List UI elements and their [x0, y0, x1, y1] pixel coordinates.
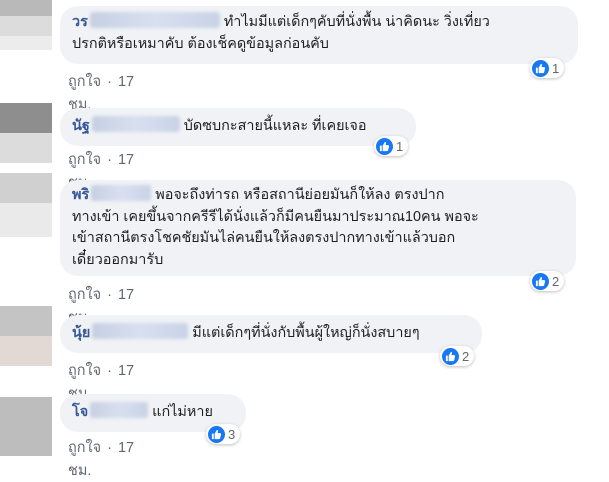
like-button[interactable]: ถูกใจ — [68, 287, 101, 303]
comment-text: บัดซบกะสายนี้แหละ ที่เคยเจอ — [183, 118, 367, 134]
comment-bubble: พริ พอจะถึงท่ารถ หรือสถานีย่อยมันก็ให้ลง … — [60, 180, 576, 276]
reaction-number: 2 — [462, 348, 470, 364]
comment-text: มีแต่เด็กๆที่นั่งกับพื้นผู้ใหญ่ก็นั่งสบา… — [192, 325, 420, 341]
redacted-name — [91, 116, 180, 132]
avatar[interactable] — [0, 0, 52, 50]
avatar[interactable] — [0, 306, 52, 366]
reaction-number: 2 — [552, 273, 560, 289]
redacted-name — [89, 12, 220, 28]
commenter-name[interactable]: นัฐ — [72, 118, 90, 134]
comment-text: ทางเข้า เคยขึ้นจากครีรีได้นั่งแล้วก็มีคน… — [72, 208, 479, 225]
redacted-name — [90, 402, 149, 418]
reaction-number: 1 — [396, 138, 404, 154]
comment-text: แก่ไม่หาย — [152, 404, 213, 420]
redacted-name — [92, 323, 189, 339]
comment-text: ทำไมมีแต่เด็กๆคับที่นั่งพื้น น่าคิดนะ วิ… — [223, 14, 490, 30]
commenter-name[interactable]: โจ — [72, 404, 88, 420]
separator-dot: · — [107, 74, 112, 90]
like-button[interactable]: ถูกใจ — [68, 152, 101, 168]
commenter-name[interactable]: นุ้ย — [72, 325, 90, 341]
like-reaction-icon — [532, 59, 549, 77]
comment-text: เข้าสถานีตรงโชคชัยมันไล่คนยืนให้ลงตรงปาก… — [72, 230, 456, 246]
comment-text: เดี๋ยวออกมารับ — [72, 251, 164, 268]
separator-dot: · — [107, 287, 112, 303]
reaction-count[interactable]: 3 — [206, 424, 241, 444]
comment-bubble: นุ้ย มีแต่เด็กๆที่นั่งกับพื้นผู้ใหญ่ก็นั่… — [60, 315, 482, 353]
reaction-number: 3 — [228, 426, 236, 442]
like-reaction-icon — [376, 137, 393, 155]
comment-bubble: วร ทำไมมีแต่เด็กๆคับที่นั่งพื้น น่าคิดนะ … — [60, 6, 578, 64]
like-button[interactable]: ถูกใจ — [68, 440, 101, 456]
like-reaction-icon — [208, 425, 225, 443]
avatar[interactable] — [0, 397, 52, 456]
like-reaction-icon — [442, 347, 459, 365]
separator-dot: · — [107, 152, 112, 168]
reaction-count[interactable]: 1 — [530, 58, 565, 78]
reaction-count[interactable]: 2 — [440, 346, 475, 366]
separator-dot: · — [107, 440, 112, 456]
reaction-count[interactable]: 1 — [374, 136, 409, 156]
like-button[interactable]: ถูกใจ — [68, 74, 101, 90]
like-reaction-icon — [532, 272, 549, 290]
comment-bubble: นัฐ บัดซบกะสายนี้แหละ ที่เคยเจอ — [60, 108, 416, 146]
like-button[interactable]: ถูกใจ — [68, 363, 101, 379]
reaction-count[interactable]: 2 — [530, 271, 565, 291]
separator-dot: · — [107, 363, 112, 379]
avatar[interactable] — [0, 173, 52, 237]
comment-actions: ถูกใจ·17 ชม. — [68, 436, 134, 482]
redacted-name — [91, 185, 152, 201]
commenter-name[interactable]: วร — [72, 14, 88, 30]
commenter-name[interactable]: พริ — [72, 187, 89, 203]
comment-text: ปรกติหรือเหมาคับ ต้องเช็คดูข้อมูลก่อนคับ — [72, 35, 329, 52]
comment-text: พอจะถึงท่ารถ หรือสถานีย่อยมันก็ให้ลง ตรง… — [155, 187, 445, 203]
avatar[interactable] — [0, 103, 52, 163]
reaction-number: 1 — [552, 60, 560, 76]
